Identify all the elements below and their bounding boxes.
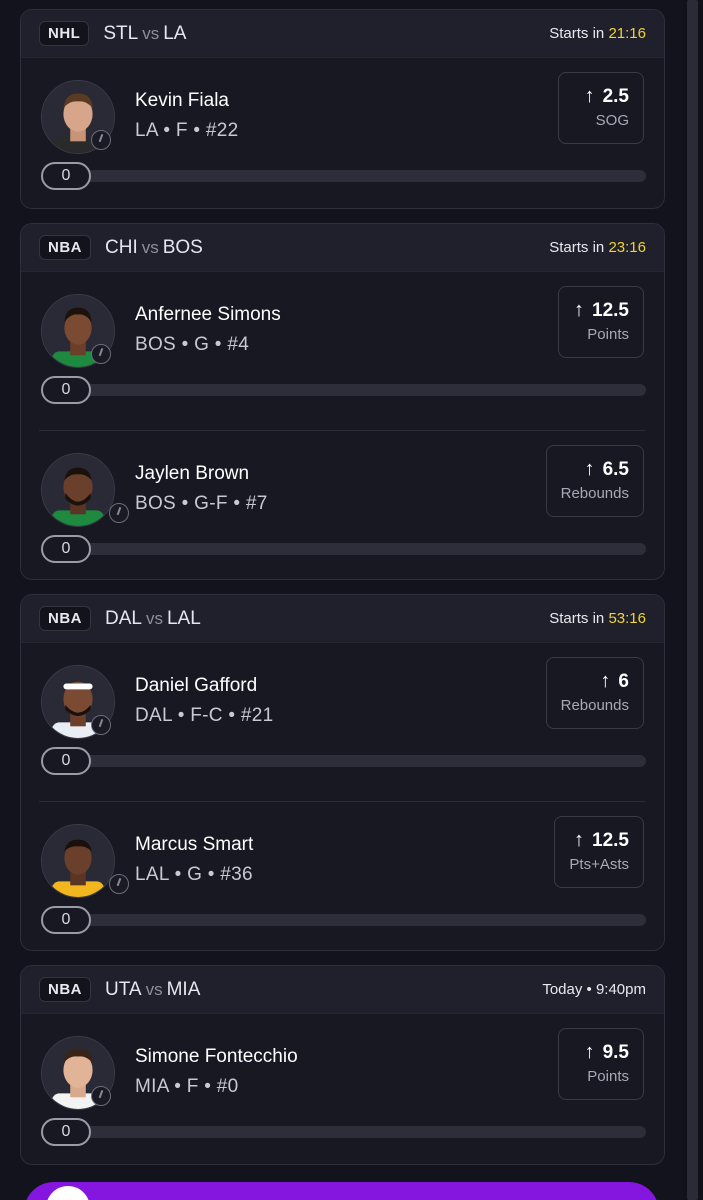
progress-value: 0 [41, 535, 91, 563]
clock-icon [109, 503, 129, 523]
game-header: NBA CHI vs BOS Starts in 23:16 [21, 224, 664, 272]
prop-line-value: 2.5 [602, 86, 629, 107]
prop-line-card[interactable]: ↑ 2.5 SOG [558, 72, 644, 144]
prop-stat-label: Rebounds [560, 485, 629, 502]
prop-stat-label: Pts+Asts [569, 856, 629, 873]
player-meta: DAL • F-C • #21 [135, 705, 274, 726]
player-row[interactable]: Daniel Gafford DAL • F-C • #21 ↑ 6 Reboun… [21, 643, 664, 801]
scrollbar-thumb[interactable] [687, 0, 698, 1200]
game-header: NHL STL vs LA Starts in 21:16 [21, 10, 664, 58]
prop-stat-label: Points [587, 1068, 629, 1085]
clock-icon [91, 1086, 111, 1106]
prop-line-value: 6.5 [602, 459, 629, 480]
arrow-up-icon: ↑ [600, 670, 611, 692]
prop-line-value: 9.5 [602, 1042, 629, 1063]
player-name: Simone Fontecchio [135, 1046, 298, 1067]
player-row[interactable]: Anfernee Simons BOS • G • #4 ↑ 12.5 Point… [21, 272, 664, 430]
player-name: Jaylen Brown [135, 463, 250, 484]
prop-line-card[interactable]: ↑ 9.5 Points [558, 1028, 644, 1100]
arrow-up-icon: ↑ [584, 1041, 595, 1063]
progress-tracker: 0 [41, 906, 646, 934]
progress-value: 0 [41, 162, 91, 190]
button-knob [46, 1186, 90, 1200]
start-time: Today • 9:40pm [542, 981, 646, 998]
player-meta: MIA • F • #0 [135, 1076, 239, 1097]
league-badge: NBA [39, 977, 91, 1002]
player-meta: LA • F • #22 [135, 120, 239, 141]
prop-stat-label: SOG [595, 112, 629, 129]
prop-line-value: 12.5 [592, 830, 629, 851]
player-name: Daniel Gafford [135, 675, 258, 696]
player-row[interactable]: Jaylen Brown BOS • G-F • #7 ↑ 6.5 Rebound… [39, 430, 646, 579]
player-name: Marcus Smart [135, 834, 254, 855]
arrow-up-icon: ↑ [574, 829, 585, 851]
matchup: CHI vs BOS [105, 236, 203, 258]
player-row[interactable]: Marcus Smart LAL • G • #36 ↑ 12.5 Pts+Ast… [39, 801, 646, 950]
clock-icon [91, 344, 111, 364]
progress-value: 0 [41, 747, 91, 775]
clock-icon [91, 715, 111, 735]
league-badge: NBA [39, 235, 91, 260]
arrow-up-icon: ↑ [584, 458, 595, 480]
league-badge: NBA [39, 606, 91, 631]
game-header: NBA DAL vs LAL Starts in 53:16 [21, 595, 664, 643]
progress-tracker: 0 [41, 1118, 646, 1146]
prop-line-card[interactable]: ↑ 12.5 Points [558, 286, 644, 358]
player-meta: BOS • G-F • #7 [135, 493, 268, 514]
arrow-up-icon: ↑ [584, 85, 595, 107]
progress-value: 0 [41, 906, 91, 934]
progress-tracker: 0 [41, 747, 646, 775]
progress-bar [61, 170, 646, 182]
scrollbar-track[interactable] [683, 0, 703, 1200]
prop-line-card[interactable]: ↑ 12.5 Pts+Asts [554, 816, 644, 888]
progress-tracker: 0 [41, 376, 646, 404]
progress-value: 0 [41, 376, 91, 404]
league-badge: NHL [39, 21, 90, 46]
player-name: Anfernee Simons [135, 304, 281, 325]
matchup: UTA vs MIA [105, 978, 201, 1000]
prop-line-card[interactable]: ↑ 6 Rebounds [545, 657, 644, 729]
prop-line-value: 12.5 [592, 300, 629, 321]
game-card: NHL STL vs LA Starts in 21:16 Kevin Fiala … [20, 9, 665, 209]
player-name: Kevin Fiala [135, 90, 229, 111]
player-row[interactable]: Kevin Fiala LA • F • #22 ↑ 2.5 SOG 0 [21, 58, 664, 208]
progress-tracker: 0 [41, 162, 646, 190]
player-avatar [41, 453, 115, 527]
start-time: Starts in 21:16 [549, 25, 646, 42]
prop-stat-label: Rebounds [560, 697, 629, 714]
clock-icon [91, 130, 111, 150]
progress-tracker: 0 [41, 535, 646, 563]
progress-bar [61, 543, 646, 555]
start-time: Starts in 53:16 [549, 610, 646, 627]
game-card: NBA UTA vs MIA Today • 9:40pm Simone Fonte… [20, 965, 665, 1165]
matchup: DAL vs LAL [105, 607, 201, 629]
arrow-up-icon: ↑ [574, 299, 585, 321]
prop-line-card[interactable]: ↑ 6.5 Rebounds [545, 445, 644, 517]
progress-value: 0 [41, 1118, 91, 1146]
progress-bar [61, 1126, 646, 1138]
action-button[interactable] [24, 1182, 659, 1200]
prop-stat-label: Points [587, 326, 629, 343]
progress-bar [61, 384, 646, 396]
matchup: STL vs LA [103, 22, 187, 44]
prop-line-value: 6 [618, 671, 629, 692]
progress-bar [61, 914, 646, 926]
progress-bar [61, 755, 646, 767]
game-card: NBA DAL vs LAL Starts in 53:16 Daniel Gaff… [20, 594, 665, 951]
player-avatar [41, 824, 115, 898]
player-row[interactable]: Simone Fontecchio MIA • F • #0 ↑ 9.5 Poin… [21, 1014, 664, 1164]
start-time: Starts in 23:16 [549, 239, 646, 256]
clock-icon [109, 874, 129, 894]
player-meta: BOS • G • #4 [135, 334, 250, 355]
game-card: NBA CHI vs BOS Starts in 23:16 Anfernee Si… [20, 223, 665, 580]
game-header: NBA UTA vs MIA Today • 9:40pm [21, 966, 664, 1014]
player-meta: LAL • G • #36 [135, 864, 253, 885]
